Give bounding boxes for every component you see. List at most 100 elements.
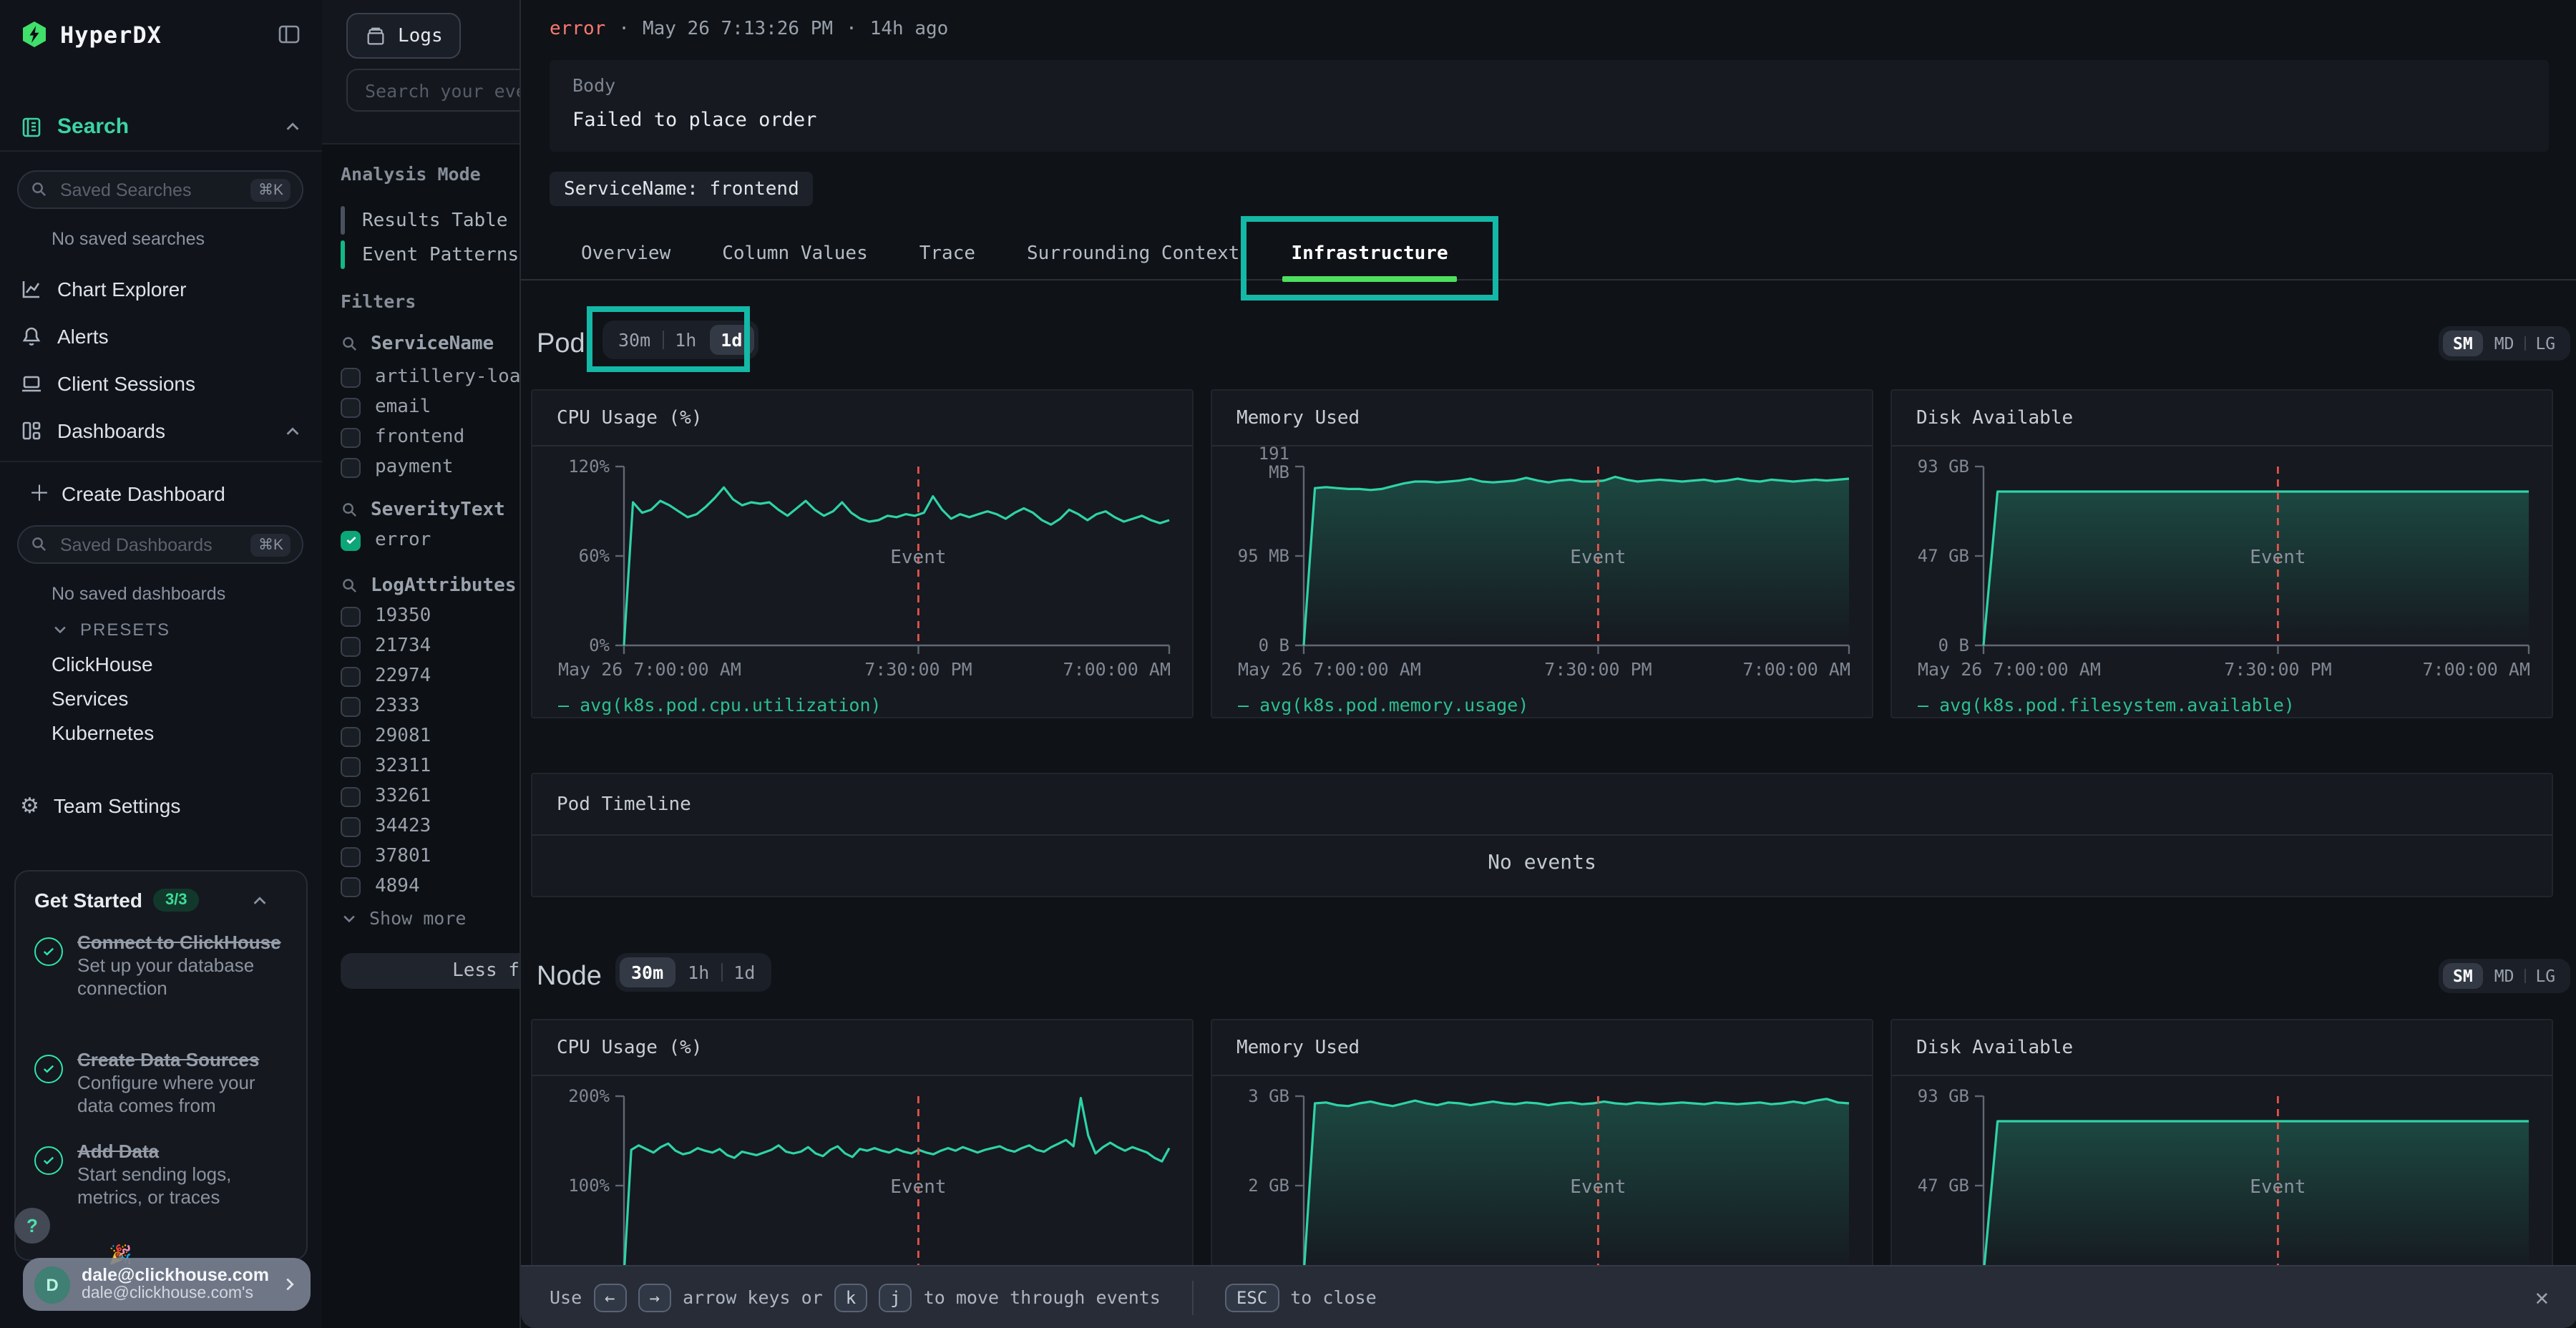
service-name-chip[interactable]: ServiceName: frontend [550, 172, 814, 206]
checkbox-icon[interactable] [341, 696, 361, 716]
filter-group-severitytext[interactable]: SeverityText [341, 499, 505, 521]
create-dashboard-button[interactable]: ＋ Create Dashboard [29, 478, 225, 508]
range-1h[interactable]: 1h [663, 325, 708, 355]
checked-checkbox-icon[interactable] [341, 530, 361, 550]
size-lg[interactable]: LG [2525, 963, 2565, 989]
filter-option[interactable]: 4894 [341, 876, 420, 897]
close-icon[interactable]: ✕ [2535, 1284, 2549, 1311]
checkbox-icon[interactable] [341, 666, 361, 686]
user-org: dale@clickhouse.com's [82, 1285, 269, 1304]
tab-overview[interactable]: Overview [555, 228, 696, 279]
size-lg[interactable]: LG [2525, 331, 2565, 356]
get-started-item[interactable]: Add DataStart sending logs, metrics, or … [34, 1141, 292, 1209]
filter-option[interactable]: 21734 [341, 635, 431, 657]
checkbox-icon[interactable] [341, 846, 361, 866]
filter-option[interactable]: 32311 [341, 756, 431, 777]
chevron-up-icon[interactable] [283, 422, 302, 441]
chart-title: Memory Used [1236, 1038, 1360, 1059]
sidebar-item-chart-explorer[interactable]: Chart Explorer [20, 278, 187, 301]
check-circle-icon [34, 1055, 63, 1083]
checkbox-icon[interactable] [341, 877, 361, 897]
chart-header: Memory Used [1212, 391, 1872, 446]
checkbox-icon[interactable] [341, 427, 361, 447]
range-30m-active[interactable]: 30m [620, 957, 675, 987]
collapse-sidebar-icon[interactable] [276, 23, 302, 46]
size-sm-active[interactable]: SM [2443, 963, 2483, 989]
avatar: D [34, 1266, 70, 1303]
sidebar-item-alerts[interactable]: Alerts [20, 325, 109, 348]
pod-memory-chart: Memory Used 191MB95 MB0 BMay 26 7:00:00 … [1211, 389, 1873, 718]
filter-option[interactable]: 33261 [341, 786, 431, 807]
help-button[interactable]: ? [14, 1208, 50, 1244]
chart-title: Disk Available [1916, 408, 2073, 429]
chevron-down-icon [341, 909, 358, 927]
saved-searches-input[interactable]: ⌘K [17, 170, 303, 209]
sidebar-item-dashboards[interactable]: Dashboards [20, 419, 165, 442]
filter-group-servicename[interactable]: ServiceName [341, 333, 494, 355]
show-more-toggle[interactable]: Show more [341, 907, 466, 929]
sidebar-item-search[interactable]: Search [20, 114, 129, 139]
saved-dashboards-input[interactable]: ⌘K [17, 525, 303, 564]
get-started-item[interactable]: Connect to ClickHouseSet up your databas… [34, 932, 292, 1000]
checkbox-icon[interactable] [341, 636, 361, 656]
size-md[interactable]: MD [2484, 963, 2524, 989]
preset-clickhouse[interactable]: ClickHouse [52, 653, 153, 675]
checkbox-icon[interactable] [341, 726, 361, 746]
filter-option[interactable]: 37801 [341, 846, 431, 867]
filter-option[interactable]: 34423 [341, 816, 431, 837]
tab-surrounding-context[interactable]: Surrounding Context [1001, 228, 1265, 279]
filter-option-checked[interactable]: error [341, 529, 431, 551]
checkbox-icon[interactable] [341, 457, 361, 477]
sidebar-item-team-settings[interactable]: ⚙ Team Settings [20, 793, 180, 819]
filter-option[interactable]: 2333 [341, 695, 420, 717]
filter-group-logattributes[interactable]: LogAttributes [341, 575, 517, 597]
range-30m[interactable]: 30m [607, 325, 662, 355]
svg-text:95 MB: 95 MB [1238, 546, 1289, 566]
tab-infrastructure[interactable]: Infrastructure [1265, 228, 1473, 279]
filter-option[interactable]: payment [341, 456, 454, 478]
range-1d-active[interactable]: 1d [709, 325, 753, 355]
mode-results-table[interactable]: Results Table [341, 206, 508, 235]
no-saved-searches-text: No saved searches [52, 229, 205, 249]
chart-canvas: 191MB95 MB0 BMay 26 7:00:00 AM7:30:00 PM… [1212, 445, 1875, 720]
tab-column-values[interactable]: Column Values [696, 228, 894, 279]
preset-services[interactable]: Services [52, 687, 128, 710]
chevron-up-icon[interactable] [283, 117, 302, 136]
svg-text:Event: Event [1570, 1176, 1626, 1198]
filter-option[interactable]: 29081 [341, 726, 431, 747]
get-started-item[interactable]: Create Data SourcesConfigure where your … [34, 1049, 292, 1118]
sidebar-item-client-sessions[interactable]: Client Sessions [20, 372, 195, 395]
svg-text:191: 191 [1259, 444, 1289, 464]
source-selector[interactable]: Logs [346, 13, 462, 59]
active-tab-underline [1282, 276, 1456, 282]
range-1d[interactable]: 1d [722, 957, 766, 987]
size-md[interactable]: MD [2484, 331, 2524, 356]
checkbox-icon[interactable] [341, 786, 361, 806]
filter-option[interactable]: artillery-loa [341, 366, 521, 388]
checkbox-icon[interactable] [341, 367, 361, 387]
size-sm-active[interactable]: SM [2443, 331, 2483, 356]
saved-dashboards-field[interactable] [57, 533, 243, 556]
logo[interactable]: HyperDX [20, 20, 162, 49]
checkbox-icon[interactable] [341, 756, 361, 776]
presets-toggle[interactable]: PRESETS [52, 620, 170, 640]
filter-option[interactable]: email [341, 396, 431, 418]
checkbox-icon[interactable] [341, 816, 361, 836]
user-menu[interactable]: D dale@clickhouse.com dale@clickhouse.co… [23, 1258, 311, 1311]
chart-canvas: 93 GB47 GB0 BMay 26 7:00:00 AM7:30:00 PM… [1892, 445, 2555, 720]
tab-trace[interactable]: Trace [894, 228, 1001, 279]
hint-text: arrow keys or [683, 1286, 823, 1308]
filter-option[interactable]: 22974 [341, 665, 431, 687]
checkbox-icon[interactable] [341, 606, 361, 626]
chevron-up-icon[interactable] [250, 891, 269, 909]
saved-searches-field[interactable] [57, 178, 243, 201]
mode-event-patterns[interactable]: Event Patterns [341, 240, 519, 269]
range-1h[interactable]: 1h [676, 957, 721, 987]
chart-canvas: 120%60%0%May 26 7:00:00 AM7:30:00 PM7:00… [532, 445, 1195, 720]
preset-kubernetes[interactable]: Kubernetes [52, 721, 154, 744]
laptop-icon [20, 372, 43, 395]
checkbox-icon[interactable] [341, 397, 361, 417]
filter-option[interactable]: frontend [341, 426, 464, 448]
svg-text:2 GB: 2 GB [1248, 1176, 1289, 1196]
filter-option[interactable]: 19350 [341, 605, 431, 627]
